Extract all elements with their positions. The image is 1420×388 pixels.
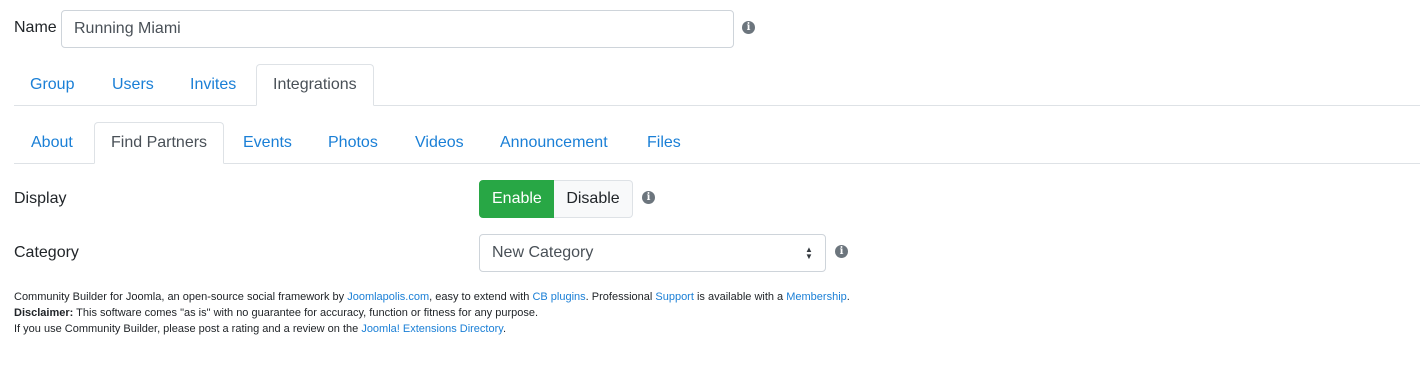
subtab-announcement[interactable]: Announcement bbox=[484, 122, 624, 163]
subtab-find-partners[interactable]: Find Partners bbox=[94, 122, 225, 164]
subtab-events[interactable]: Events bbox=[227, 122, 308, 163]
name-input[interactable]: Running Miami bbox=[61, 10, 734, 48]
info-icon[interactable]: i bbox=[835, 245, 848, 258]
tab-group[interactable]: Group bbox=[14, 64, 90, 105]
footer: Community Builder for Joomla, an open-so… bbox=[14, 289, 850, 337]
tab-integrations[interactable]: Integrations bbox=[256, 64, 374, 106]
display-toggle: Enable Disable bbox=[479, 180, 633, 218]
select-caret-icon: ▲ ▼ bbox=[805, 245, 813, 261]
disclaimer-label: Disclaimer: bbox=[14, 307, 74, 319]
joomlapolis-link[interactable]: Joomlapolis.com bbox=[347, 291, 429, 303]
support-link[interactable]: Support bbox=[655, 291, 694, 303]
name-label: Name bbox=[14, 19, 57, 36]
cb-plugins-link[interactable]: CB plugins bbox=[532, 291, 585, 303]
subtab-videos[interactable]: Videos bbox=[399, 122, 480, 163]
subtab-about[interactable]: About bbox=[15, 122, 89, 163]
main-tabbar: Group Users Invites Integrations bbox=[14, 64, 1420, 106]
subtab-files[interactable]: Files bbox=[631, 122, 697, 163]
display-label: Display bbox=[14, 190, 67, 207]
sub-tabbar: About Find Partners Events Photos Videos… bbox=[14, 122, 1420, 164]
membership-link[interactable]: Membership bbox=[786, 291, 847, 303]
footer-line-1: Community Builder for Joomla, an open-so… bbox=[14, 291, 850, 303]
footer-line-2: Disclaimer: This software comes "as is" … bbox=[14, 307, 539, 319]
extensions-directory-link[interactable]: Joomla! Extensions Directory bbox=[361, 323, 503, 335]
enable-button[interactable]: Enable bbox=[479, 180, 554, 218]
category-value: New Category bbox=[492, 244, 594, 261]
info-icon[interactable]: i bbox=[642, 191, 655, 204]
info-icon[interactable]: i bbox=[742, 21, 755, 34]
category-label: Category bbox=[14, 244, 79, 261]
tab-invites[interactable]: Invites bbox=[174, 64, 252, 105]
disable-button[interactable]: Disable bbox=[554, 180, 633, 218]
tab-users[interactable]: Users bbox=[96, 64, 170, 105]
category-select[interactable]: New Category ▲ ▼ bbox=[479, 234, 826, 272]
footer-line-3: If you use Community Builder, please pos… bbox=[14, 323, 506, 335]
subtab-photos[interactable]: Photos bbox=[312, 122, 394, 163]
